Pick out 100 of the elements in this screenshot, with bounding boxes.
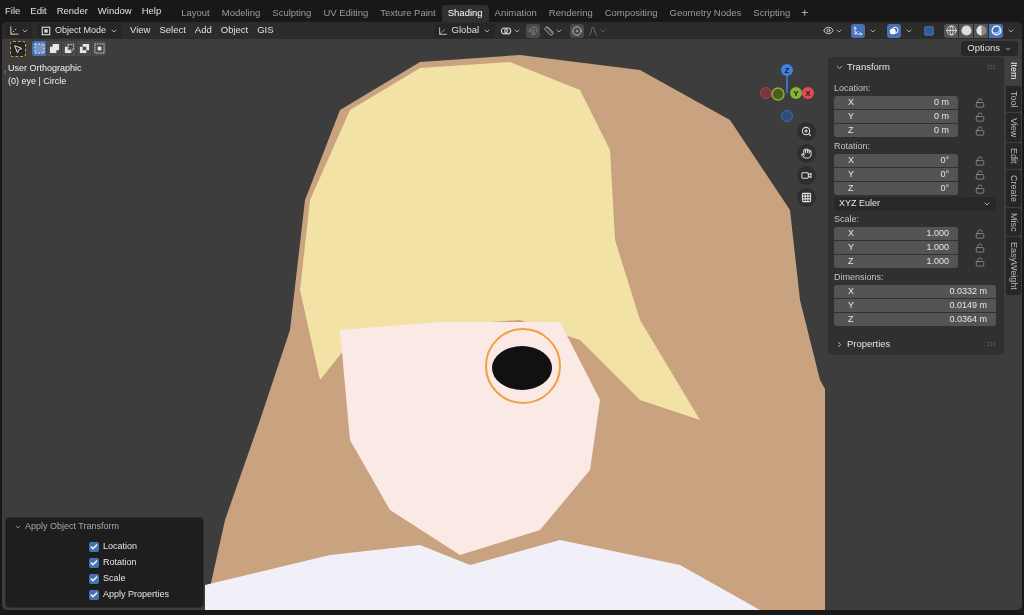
workspace-tab[interactable]: Animation (488, 5, 543, 22)
checkbox[interactable] (89, 590, 99, 600)
grip-icon[interactable] (986, 62, 996, 72)
panel-header-toggle[interactable]: Transform (835, 59, 890, 75)
z-axis-line (786, 75, 788, 94)
xray-toggle[interactable] (922, 23, 936, 38)
group-label: Location: (834, 82, 872, 94)
open-lock-icon[interactable] (975, 97, 985, 108)
negative-y-axis-handle[interactable] (771, 87, 785, 101)
menu-item[interactable]: Help (141, 3, 162, 19)
mode-dropdown[interactable]: Object Mode (37, 23, 123, 38)
workspace-tab[interactable]: Rendering (542, 5, 599, 22)
checkbox-label[interactable]: Rotation (103, 556, 137, 570)
number-field[interactable]: Z 0° (834, 182, 958, 195)
select-tool-button[interactable] (10, 40, 26, 57)
workspace-tab[interactable]: Scripting (747, 5, 797, 22)
number-field[interactable]: X 0 m (834, 96, 958, 109)
number-field[interactable]: Y 0 m (834, 110, 958, 123)
sidebar-tab[interactable]: Edit (1006, 143, 1021, 169)
selection-mode-button[interactable] (62, 41, 76, 56)
header-menu-item[interactable]: Select (159, 23, 186, 38)
shading-mode-button[interactable] (974, 23, 988, 38)
axes-icon (9, 25, 20, 36)
rotation-mode-dropdown[interactable]: XYZ Euler (834, 197, 996, 211)
open-lock-icon[interactable] (975, 228, 985, 239)
header-menu-item[interactable]: Add (194, 23, 212, 38)
menu-item[interactable]: Edit (30, 3, 47, 19)
number-field[interactable]: Y 1.000 (834, 241, 958, 254)
number-field[interactable]: X 0.0332 m (834, 285, 996, 298)
workspace-tab[interactable]: Geometry Nodes (663, 5, 748, 22)
curve-icon (588, 25, 599, 36)
number-field[interactable]: Y 0.0149 m (834, 299, 996, 312)
checkbox[interactable] (89, 542, 99, 552)
overlays-toggle[interactable] (887, 23, 901, 38)
chevron-down-icon (14, 523, 22, 531)
open-lock-icon[interactable] (975, 256, 985, 267)
open-lock-icon[interactable] (975, 242, 985, 253)
open-lock-icon[interactable] (975, 125, 985, 136)
shading-mode-button[interactable] (989, 23, 1003, 38)
sidebar-tab[interactable]: Create (1006, 169, 1021, 207)
object-info-label: (0) eye | Circle (8, 75, 67, 87)
selection-mode-button[interactable] (77, 41, 91, 56)
options-dropdown[interactable]: Options (961, 41, 1018, 56)
overlapping-squares-icon (78, 43, 90, 54)
negative-z-axis-handle[interactable] (781, 110, 793, 122)
number-field[interactable]: X 1.000 (834, 227, 958, 240)
workspace-tab[interactable]: Layout (175, 5, 216, 22)
negative-x-axis-handle[interactable] (760, 87, 772, 99)
selection-mode-button[interactable] (92, 41, 106, 56)
number-field[interactable]: Z 0.0364 m (834, 313, 996, 326)
checkbox-label[interactable]: Apply Properties (103, 588, 170, 602)
snap-toggle[interactable] (526, 23, 541, 38)
sidebar-tab[interactable]: Tool (1006, 85, 1021, 113)
selection-mode-button[interactable] (32, 41, 46, 56)
workspace-tab[interactable]: Compositing (598, 5, 664, 22)
panel-header-toggle[interactable]: Properties (835, 336, 891, 352)
selection-mode-button[interactable] (47, 41, 61, 56)
proportional-editing-toggle[interactable] (570, 23, 585, 38)
menu-item[interactable]: Render (56, 3, 88, 19)
overlapping-circles-icon (889, 25, 899, 36)
number-field[interactable]: Z 1.000 (834, 255, 958, 268)
sidebar-tab[interactable]: EasyWeight (1006, 237, 1021, 296)
workspace-tab[interactable]: UV Editing (317, 5, 375, 22)
y-axis-handle[interactable]: Y (790, 87, 802, 99)
z-axis-handle[interactable]: Z (781, 64, 793, 76)
checkbox-label[interactable]: Location (103, 540, 138, 554)
number-field[interactable]: X 0° (834, 154, 958, 167)
workspace-tab[interactable]: Modeling (215, 5, 267, 22)
gizmo-toggle[interactable] (851, 23, 865, 38)
operator-panel-header[interactable]: Apply Object Transform (6, 518, 120, 536)
open-lock-icon[interactable] (975, 183, 985, 194)
number-field[interactable]: Y 0° (834, 168, 958, 181)
add-workspace-button[interactable]: + (796, 5, 814, 22)
checkbox-label[interactable]: Scale (103, 572, 126, 586)
open-lock-icon[interactable] (975, 155, 985, 166)
checkbox[interactable] (89, 574, 99, 584)
zoom-icon (801, 126, 812, 137)
menu-item[interactable]: File (5, 3, 21, 19)
sidebar-tab[interactable]: Misc (1006, 207, 1021, 237)
workspace-tab[interactable]: Sculpting (266, 5, 318, 22)
chevron-right-icon (835, 339, 844, 349)
orientation-dropdown[interactable]: Global (433, 23, 496, 38)
shading-mode-button[interactable] (959, 23, 973, 38)
axes-icon (437, 25, 448, 36)
shading-mode-button[interactable] (944, 23, 958, 38)
x-axis-handle[interactable]: X (802, 87, 814, 99)
open-lock-icon[interactable] (975, 111, 985, 122)
workspace-tab[interactable]: Shading (441, 5, 489, 22)
sidebar-tab[interactable]: View (1006, 113, 1021, 143)
header-menu-item[interactable]: GIS (257, 23, 274, 38)
wireframe-globe-icon (945, 25, 957, 36)
checkbox[interactable] (89, 558, 99, 568)
grip-icon[interactable] (986, 339, 996, 349)
number-field[interactable]: Z 0 m (834, 124, 958, 137)
header-menu-item[interactable]: View (130, 23, 151, 38)
header-menu-item[interactable]: Object (220, 23, 249, 38)
workspace-tab[interactable]: Texture Paint (374, 5, 442, 22)
menu-item[interactable]: Window (97, 3, 132, 19)
editor-type-button[interactable] (6, 23, 32, 38)
open-lock-icon[interactable] (975, 169, 985, 180)
